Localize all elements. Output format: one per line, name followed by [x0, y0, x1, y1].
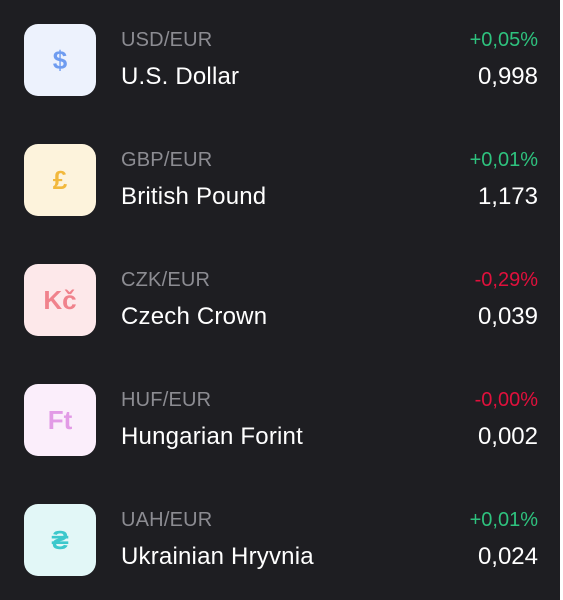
- currency-row-gbp[interactable]: £ GBP/EUR British Pound +0,01% 1,173: [0, 120, 563, 240]
- hryvnia-icon: ₴: [24, 504, 96, 576]
- exchange-rate: 0,998: [477, 63, 538, 90]
- currency-row-czk[interactable]: Kč CZK/EUR Czech Crown -0,29% 0,039: [0, 240, 563, 360]
- currency-pair: USD/EUR: [121, 29, 213, 51]
- percent-change: +0,01%: [469, 149, 538, 171]
- koruna-icon: Kč: [24, 264, 96, 336]
- currency-row-huf[interactable]: Ft HUF/EUR Hungarian Forint -0,00% 0,002: [0, 360, 563, 480]
- percent-change: -0,29%: [474, 269, 538, 291]
- exchange-rate: 1,173: [477, 183, 538, 210]
- currency-name: U.S. Dollar: [121, 63, 240, 90]
- currency-pair: CZK/EUR: [121, 269, 211, 291]
- percent-change: +0,01%: [469, 509, 538, 531]
- dollar-icon: $: [24, 24, 96, 96]
- percent-change: -0,00%: [474, 389, 538, 411]
- currency-name: Ukrainian Hryvnia: [121, 543, 314, 570]
- currency-list: $ USD/EUR U.S. Dollar +0,05% 0,998 £ GBP…: [0, 0, 563, 600]
- pound-icon: £: [24, 144, 96, 216]
- exchange-rate: 0,039: [477, 303, 538, 330]
- currency-pair: HUF/EUR: [121, 389, 212, 411]
- exchange-rate: 0,024: [477, 543, 538, 570]
- forint-icon: Ft: [24, 384, 96, 456]
- currency-pair: GBP/EUR: [121, 149, 213, 171]
- currency-name: Hungarian Forint: [121, 423, 303, 450]
- percent-change: +0,05%: [469, 29, 538, 51]
- exchange-rate: 0,002: [477, 423, 538, 450]
- currency-pair: UAH/EUR: [121, 509, 213, 531]
- currency-name: British Pound: [121, 183, 267, 210]
- currency-row-usd[interactable]: $ USD/EUR U.S. Dollar +0,05% 0,998: [0, 0, 563, 120]
- currency-row-uah[interactable]: ₴ UAH/EUR Ukrainian Hryvnia +0,01% 0,024: [0, 480, 563, 600]
- currency-name: Czech Crown: [121, 303, 268, 330]
